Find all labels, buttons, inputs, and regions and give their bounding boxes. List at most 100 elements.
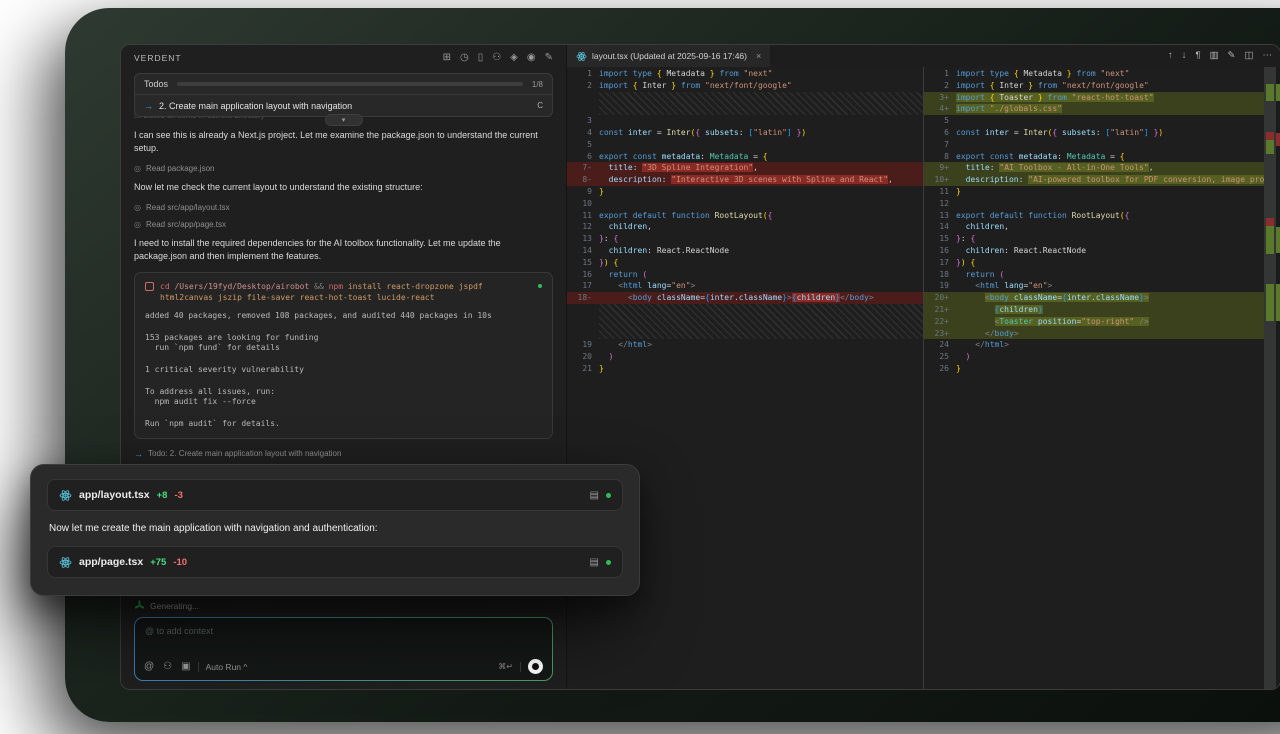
account-icon[interactable]: ◉ <box>527 53 536 63</box>
code-line[interactable]: 24 </html> <box>924 339 1280 351</box>
previous-change-icon[interactable]: ↑ <box>1168 51 1173 61</box>
code-line[interactable]: 3 <box>567 115 923 127</box>
code-line[interactable]: 8export const metadata: Metadata = { <box>924 151 1280 163</box>
terminal-block[interactable]: cd /Users/19fyd/Desktop/airobot && npm i… <box>134 272 553 439</box>
diff-added-mark <box>1276 84 1280 101</box>
stop-button[interactable] <box>528 659 543 674</box>
open-file-icon[interactable]: ▤ <box>590 557 599 568</box>
toggle-whitespace-icon[interactable]: ¶ <box>1195 51 1200 61</box>
auto-run-selector[interactable]: Auto Run ^ <box>206 662 248 672</box>
diff-modified-pane[interactable]: 1import type { Metadata } from "next"2im… <box>924 67 1280 689</box>
code-line[interactable]: 16 return ( <box>567 269 923 281</box>
todo-reference-row[interactable]: →Todo: 2. Create main application layout… <box>134 449 553 459</box>
code-line[interactable]: 13}: { <box>567 233 923 245</box>
code-line[interactable]: 12 <box>924 198 1280 210</box>
current-todo-row[interactable]: → 2. Create main application layout with… <box>135 95 552 116</box>
code-line[interactable]: 2import { Inter } from "next/font/google… <box>924 80 1280 92</box>
code-line[interactable]: 3+import { Toaster } from "react-hot-toa… <box>924 92 1280 104</box>
file-chip-layout[interactable]: app/layout.tsx +8 -3 ▤ <box>47 479 623 511</box>
tool-call-row[interactable]: ◎Read src/app/page.tsx <box>134 220 553 229</box>
code-line[interactable]: 19 </html> <box>567 339 923 351</box>
code-line[interactable]: 21} <box>567 363 923 375</box>
editor-tab[interactable]: layout.tsx (Updated at 2025-09-16 17:46)… <box>567 45 770 67</box>
code-line[interactable]: 5 <box>567 139 923 151</box>
diff-removed-mark <box>1276 133 1280 146</box>
code-line[interactable]: 10 <box>567 198 923 210</box>
todo-arrow-icon: → <box>144 101 153 111</box>
open-preview-icon[interactable]: ▥ <box>1210 51 1219 61</box>
code-line[interactable]: 4const inter = Inter({ subsets: ["latin"… <box>567 127 923 139</box>
open-file-icon[interactable]: ▤ <box>590 490 599 501</box>
code-line[interactable]: 6const inter = Inter({ subsets: ["latin"… <box>924 127 1280 139</box>
scrollbar-edge-marks <box>1276 67 1280 689</box>
edit-icon[interactable]: ✎ <box>1228 51 1236 61</box>
chat-input[interactable]: @ to add context @⚇▣ Auto Run ^ ⌘↵ <box>135 618 552 680</box>
code-line[interactable]: 1import type { Metadata } from "next" <box>567 68 923 80</box>
code-line[interactable]: 26} <box>924 363 1280 375</box>
code-line[interactable]: 9+ title: "AI Toolbox - All-in-One Tools… <box>924 162 1280 174</box>
code-line[interactable]: 20+ <body className={inter.className}> <box>924 292 1280 304</box>
code-line[interactable]: 21+ {children} <box>924 304 1280 316</box>
code-line[interactable]: 7 <box>924 139 1280 151</box>
history-icon[interactable]: ◷ <box>460 53 469 63</box>
attach-image-icon[interactable]: ▣ <box>181 662 190 672</box>
code-line[interactable]: 4+import "./globals.css" <box>924 103 1280 115</box>
read-tool-icon: ◎ <box>134 164 141 173</box>
code-line[interactable]: 9} <box>567 186 923 198</box>
code-line[interactable]: 23+ </body> <box>924 328 1280 340</box>
line-number: 14 <box>924 221 956 233</box>
code-line[interactable]: 17 <html lang="en"> <box>567 280 923 292</box>
tool-call-label: Read src/app/page.tsx <box>146 220 226 229</box>
code-line[interactable]: 15}: { <box>924 233 1280 245</box>
new-chat-icon[interactable]: ⊞ <box>443 53 451 63</box>
panel-layout-icon[interactable]: ▯ <box>478 53 484 63</box>
code-line[interactable]: 6export const metadata: Metadata = { <box>567 151 923 163</box>
code-line[interactable]: 5 <box>924 115 1280 127</box>
code-line[interactable]: 10+ description: "AI-powered toolbox for… <box>924 174 1280 186</box>
code-line[interactable]: 13export default function RootLayout({ <box>924 210 1280 222</box>
code-line[interactable]: 19 <html lang="en"> <box>924 280 1280 292</box>
close-icon[interactable]: × <box>756 51 761 61</box>
terminal-command: cd /Users/19fyd/Desktop/airobot && npm i… <box>160 281 532 303</box>
code-line[interactable]: 22+ <Toaster position="top-right" /> <box>924 316 1280 328</box>
code-line[interactable]: 14 children, <box>924 221 1280 233</box>
line-number: 15 <box>924 233 956 245</box>
overview-ruler[interactable] <box>1264 67 1276 689</box>
code-line[interactable]: 18- <body className={inter.className}>{c… <box>567 292 923 304</box>
lines-added: +8 <box>157 490 168 501</box>
code-line[interactable]: 12 children, <box>567 221 923 233</box>
code-line[interactable]: 17}) { <box>924 257 1280 269</box>
next-change-icon[interactable]: ↓ <box>1182 51 1187 61</box>
robot-icon[interactable]: ⚇ <box>163 662 172 672</box>
code-line[interactable]: 25 ) <box>924 351 1280 363</box>
split-editor-icon[interactable]: ◫ <box>1245 51 1254 61</box>
code-line[interactable]: 8- description: "Interactive 3D scenes w… <box>567 174 923 186</box>
line-number: 1 <box>567 68 599 80</box>
code-line[interactable]: 15}) { <box>567 257 923 269</box>
code-line[interactable]: 20 ) <box>567 351 923 363</box>
code-line[interactable]: 11} <box>924 186 1280 198</box>
tool-call-row[interactable]: ◎Read package.json <box>134 164 553 173</box>
more-actions-icon[interactable]: ⋯ <box>1263 51 1273 61</box>
react-icon <box>59 556 72 569</box>
collapse-pill-button[interactable]: ▾ <box>325 114 363 126</box>
robot-icon[interactable]: ⚇ <box>492 53 501 63</box>
code-line[interactable]: 1import type { Metadata } from "next" <box>924 68 1280 80</box>
layers-icon[interactable]: ◈ <box>510 53 518 63</box>
line-number: 7- <box>567 162 599 174</box>
lines-removed: -10 <box>173 557 187 568</box>
code-line[interactable]: 11export default function RootLayout({ <box>567 210 923 222</box>
line-number: 2 <box>567 80 599 92</box>
code-line[interactable]: 2import { Inter } from "next/font/google… <box>567 80 923 92</box>
code-line[interactable]: 14 children: React.ReactNode <box>567 245 923 257</box>
line-number: 9 <box>567 186 599 198</box>
file-chip-page[interactable]: app/page.tsx +75 -10 ▤ <box>47 546 623 578</box>
feedback-icon[interactable]: ✎ <box>545 53 553 63</box>
code-line[interactable]: 16 children: React.ReactNode <box>924 245 1280 257</box>
line-number: 20 <box>567 351 599 363</box>
code-line[interactable]: 18 return ( <box>924 269 1280 281</box>
mention-icon[interactable]: @ <box>144 662 154 672</box>
tool-call-row[interactable]: ◎Read src/app/layout.tsx <box>134 203 553 212</box>
code-line[interactable]: 7- title: "3D Spline Integration", <box>567 162 923 174</box>
editor-tab-bar: layout.tsx (Updated at 2025-09-16 17:46)… <box>567 45 1280 67</box>
